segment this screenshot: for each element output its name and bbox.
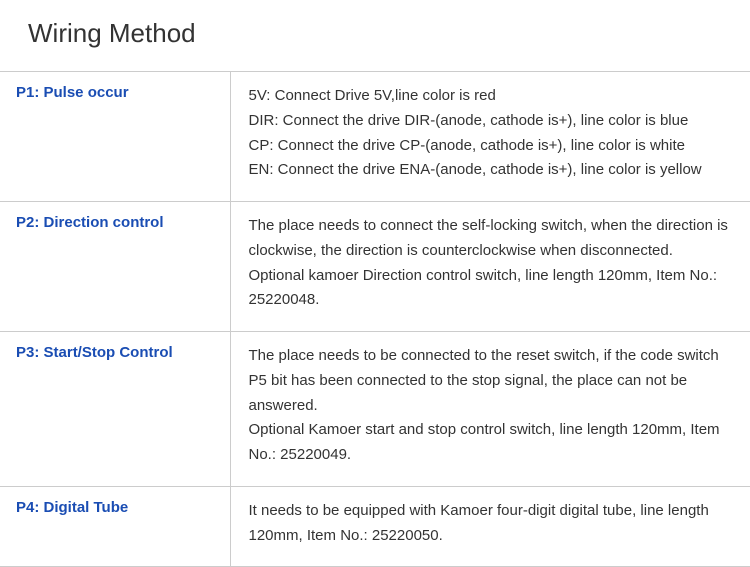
desc-line: 5V: Connect Drive 5V,line color is red: [249, 84, 729, 109]
desc-line: It needs to be equipped with Kamoer four…: [249, 499, 729, 549]
desc-line: The place needs to connect the self-lock…: [249, 214, 729, 264]
desc-line: EN: Connect the drive ENA-(anode, cathod…: [249, 158, 729, 183]
row-description: The place needs to connect the self-lock…: [230, 202, 750, 332]
row-description: 5V: Connect Drive 5V,line color is red D…: [230, 72, 750, 202]
row-description: It needs to be equipped with Kamoer four…: [230, 486, 750, 567]
desc-line: The place needs to be connected to the r…: [249, 344, 729, 418]
table-row: P2: Direction control The place needs to…: [0, 202, 750, 332]
table-row: P4: Digital Tube It needs to be equipped…: [0, 486, 750, 567]
table-row: P3: Start/Stop Control The place needs t…: [0, 332, 750, 487]
table-row: P1: Pulse occur 5V: Connect Drive 5V,lin…: [0, 72, 750, 202]
row-label: P4: Digital Tube: [0, 486, 230, 567]
wiring-table: P1: Pulse occur 5V: Connect Drive 5V,lin…: [0, 71, 750, 567]
row-label: P2: Direction control: [0, 202, 230, 332]
page-title: Wiring Method: [0, 0, 750, 71]
row-label: P3: Start/Stop Control: [0, 332, 230, 487]
desc-line: Optional Kamoer start and stop control s…: [249, 418, 729, 468]
desc-line: CP: Connect the drive CP-(anode, cathode…: [249, 134, 729, 159]
row-description: The place needs to be connected to the r…: [230, 332, 750, 487]
row-label: P1: Pulse occur: [0, 72, 230, 202]
desc-line: DIR: Connect the drive DIR-(anode, catho…: [249, 109, 729, 134]
desc-line: Optional kamoer Direction control switch…: [249, 264, 729, 314]
